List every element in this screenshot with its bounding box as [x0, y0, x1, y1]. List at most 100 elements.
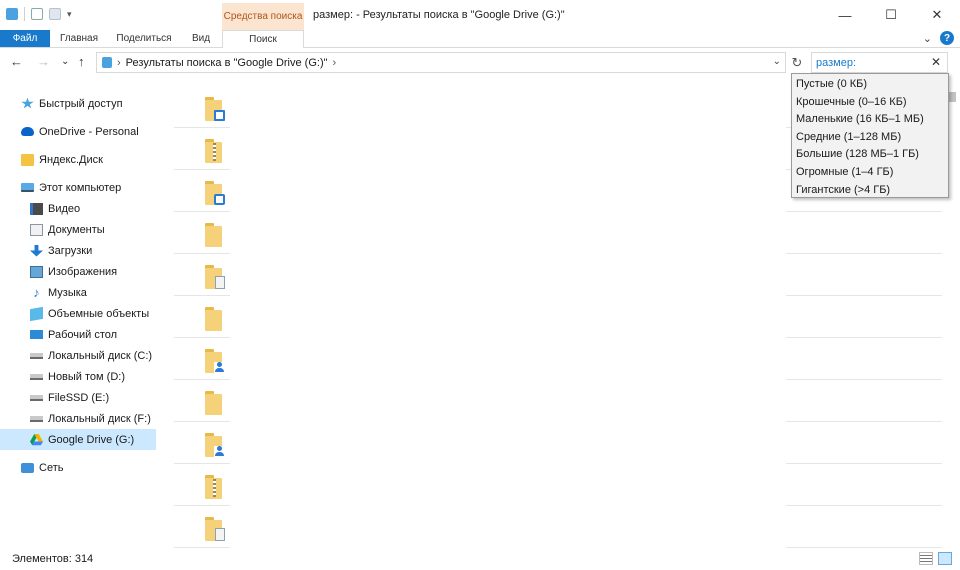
list-item[interactable]: [160, 506, 942, 548]
sidebar-item-label: Google Drive (G:): [48, 433, 135, 446]
up-arrow-icon[interactable]: ↑: [78, 54, 85, 69]
sidebar-item-disk-d[interactable]: Новый том (D:): [0, 366, 156, 387]
google-drive-logo-icon: [30, 433, 43, 445]
list-item[interactable]: [160, 464, 942, 506]
breadcrumb-search-results[interactable]: Результаты поиска в "Google Drive (G:)": [126, 57, 328, 69]
document-folder-icon: [205, 517, 225, 541]
window-title: размер: - Результаты поиска в "Google Dr…: [313, 9, 565, 21]
status-bar: Элементов: 314: [0, 549, 960, 570]
back-arrow-icon[interactable]: ←: [10, 54, 23, 69]
size-option-huge[interactable]: Огромные (1–4 ГБ): [792, 164, 948, 182]
ribbon-tabs: Файл Главная Поделиться Вид Поиск ⌄ ?: [0, 30, 960, 48]
size-option-small[interactable]: Маленькие (16 КБ–1 МБ): [792, 111, 948, 129]
customize-toolbar-chevron-icon[interactable]: ▾: [67, 9, 72, 20]
sidebar-item-disk-e[interactable]: FileSSD (E:): [0, 387, 156, 408]
list-item[interactable]: [160, 296, 942, 338]
title-bar: ▾ Средства поиска размер: - Результаты п…: [0, 0, 960, 30]
sidebar-item-label: Музыка: [48, 286, 87, 299]
minimize-button[interactable]: —: [822, 0, 868, 30]
breadcrumb-separator-end[interactable]: ›: [333, 57, 337, 69]
properties-icon[interactable]: [31, 8, 43, 20]
ribbon-collapse-chevron-icon[interactable]: ⌄: [923, 32, 932, 45]
size-option-gigantic[interactable]: Гигантские (>4 ГБ): [792, 182, 948, 200]
sidebar-item-label: Изображения: [48, 265, 118, 278]
sidebar-item-label: Сеть: [39, 461, 64, 474]
zip-folder-icon: [205, 139, 225, 163]
sidebar-item-label: Локальный диск (C:): [48, 349, 153, 362]
close-button[interactable]: ✕: [914, 0, 960, 30]
list-item[interactable]: [160, 212, 942, 254]
address-dropdown-chevron-icon[interactable]: ⌄: [773, 56, 781, 67]
tab-home[interactable]: Главная: [50, 30, 108, 47]
tab-search[interactable]: Поиск: [222, 30, 304, 48]
size-option-large[interactable]: Большие (128 МБ–1 ГБ): [792, 146, 948, 164]
scrollbar-thumb[interactable]: [949, 92, 956, 102]
sidebar-item-music[interactable]: ♪ Музыка: [0, 282, 156, 303]
sidebar-item-label: Быстрый доступ: [39, 97, 123, 110]
large-icons-view-icon[interactable]: [938, 552, 952, 565]
navigation-pane: Быстрый доступ OneDrive - Personal Яндек…: [0, 88, 158, 548]
size-option-empty[interactable]: Пустые (0 КБ): [792, 76, 948, 94]
list-item[interactable]: [160, 422, 942, 464]
search-tools-context-header: Средства поиска: [222, 3, 304, 30]
breadcrumb-separator[interactable]: ›: [117, 57, 121, 69]
sidebar-item-yandex-disk[interactable]: Яндекс.Диск: [0, 149, 156, 170]
size-option-medium[interactable]: Средние (1–128 МБ): [792, 129, 948, 147]
star-icon: [21, 97, 34, 109]
maximize-button[interactable]: ☐: [868, 0, 914, 30]
ribbon-right-controls: ⌄ ?: [923, 31, 954, 45]
size-filter-dropdown: Пустые (0 КБ) Крошечные (0–16 КБ) Малень…: [791, 73, 949, 198]
list-item[interactable]: [160, 338, 942, 380]
help-icon[interactable]: ?: [940, 31, 954, 45]
sidebar-item-label: OneDrive - Personal: [39, 125, 139, 138]
tab-share[interactable]: Поделиться: [108, 30, 180, 47]
sidebar-item-video[interactable]: Видео: [0, 198, 156, 219]
forward-arrow-icon[interactable]: →: [37, 54, 50, 69]
yandex-disk-folder-icon: [21, 153, 34, 166]
video-icon: [30, 202, 43, 215]
sidebar-item-disk-f[interactable]: Локальный диск (F:): [0, 408, 156, 429]
sidebar-item-desktop[interactable]: Рабочий стол: [0, 324, 156, 345]
details-view-icon[interactable]: [919, 552, 933, 565]
clear-search-icon[interactable]: ✕: [931, 55, 941, 69]
sidebar-item-quick-access[interactable]: Быстрый доступ: [0, 93, 156, 114]
sidebar-item-label: Рабочий стол: [48, 328, 118, 341]
search-input[interactable]: размер: ✕: [811, 52, 948, 73]
sidebar-item-network[interactable]: Сеть: [0, 457, 156, 478]
sidebar-item-label: Объемные объекты: [48, 307, 150, 320]
sidebar-item-label: Видео: [48, 202, 81, 215]
cube-icon: [30, 306, 43, 321]
address-bar[interactable]: › Результаты поиска в "Google Drive (G:)…: [96, 52, 786, 73]
desktop-icon: [30, 330, 43, 339]
new-folder-icon[interactable]: [49, 8, 61, 20]
tab-view[interactable]: Вид: [180, 30, 222, 47]
pictures-icon: [30, 265, 43, 278]
refresh-icon[interactable]: ↻: [788, 52, 806, 73]
sidebar-item-onedrive[interactable]: OneDrive - Personal: [0, 121, 156, 142]
size-option-tiny[interactable]: Крошечные (0–16 КБ): [792, 94, 948, 112]
recent-locations-chevron-icon[interactable]: ⌄: [61, 56, 69, 67]
sidebar-item-google-drive[interactable]: Google Drive (G:): [0, 429, 156, 450]
navigation-bar: ← → ⌄ ↑ › Результаты поиска в "Google Dr…: [0, 49, 960, 76]
search-query[interactable]: размер:: [816, 57, 856, 69]
sidebar-item-label: Документы: [48, 223, 105, 236]
list-item[interactable]: [160, 254, 942, 296]
list-item[interactable]: [160, 380, 942, 422]
sidebar-item-disk-c[interactable]: Локальный диск (C:): [0, 345, 156, 366]
sidebar-item-pictures[interactable]: Изображения: [0, 261, 156, 282]
sidebar-item-label: Этот компьютер: [39, 181, 122, 194]
item-count: Элементов: 314: [12, 553, 94, 565]
sidebar-item-downloads[interactable]: Загрузки: [0, 240, 156, 261]
sidebar-item-3d-objects[interactable]: Объемные объекты: [0, 303, 156, 324]
zip-folder-icon: [205, 475, 225, 499]
sidebar-item-documents[interactable]: Документы: [0, 219, 156, 240]
drive-icon: [30, 394, 43, 401]
explorer-app-icon[interactable]: [6, 8, 18, 20]
music-note-icon: ♪: [33, 284, 40, 300]
sidebar-item-label: FileSSD (E:): [48, 391, 110, 404]
document-folder-icon: [205, 265, 225, 289]
tab-file[interactable]: Файл: [0, 30, 50, 47]
toolbar-divider: [24, 7, 25, 21]
sidebar-item-this-pc[interactable]: Этот компьютер: [0, 177, 156, 198]
google-drive-icon: [30, 433, 43, 446]
